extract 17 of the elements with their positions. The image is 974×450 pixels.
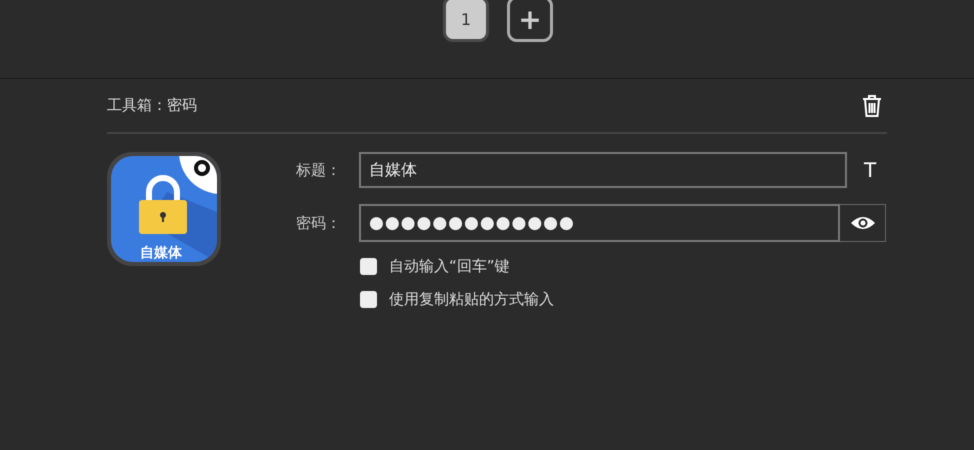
trash-icon[interactable] <box>861 94 883 118</box>
checkbox[interactable] <box>360 291 377 308</box>
checkbox[interactable] <box>360 258 377 275</box>
text-format-button[interactable]: T <box>864 158 876 182</box>
title-field[interactable]: 自媒体 <box>359 152 847 188</box>
option-label: 自动输入“回车”键 <box>389 257 510 276</box>
show-password-button[interactable] <box>840 204 886 242</box>
field-label: 密码： <box>296 214 342 232</box>
add-page-button[interactable]: + <box>507 0 553 42</box>
lock-app-icon[interactable] <box>107 152 221 266</box>
option-label: 使用复制粘贴的方式输入 <box>389 290 554 309</box>
password-field[interactable]: ●●●●●●●●●●●●● <box>359 204 840 242</box>
field-label: 标题： <box>296 160 342 180</box>
app-icon-label: 自媒体 <box>140 244 182 262</box>
eye-icon <box>850 215 876 231</box>
page-tab[interactable]: 1 <box>443 0 489 42</box>
section-title: 工具箱：密码 <box>107 96 197 115</box>
